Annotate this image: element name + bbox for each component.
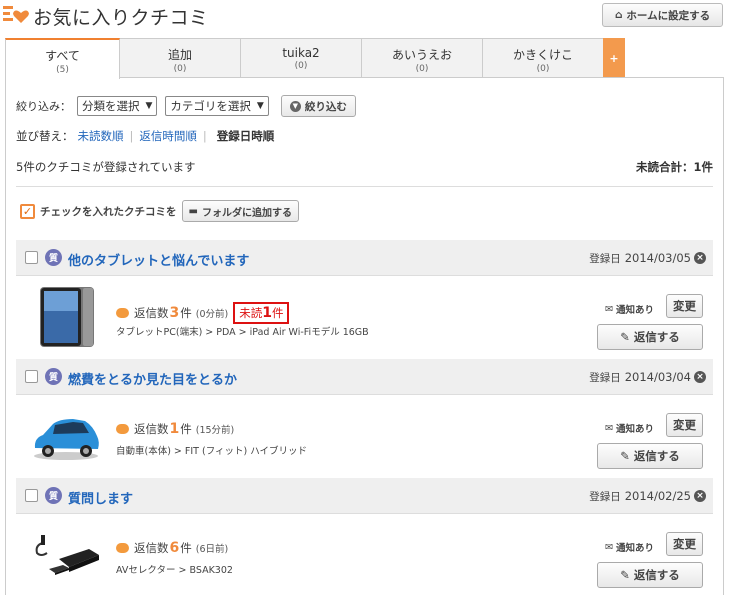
registered-count-text: 5件のクチコミが登録されています — [16, 160, 196, 174]
home-icon: ⌂ — [614, 9, 623, 21]
tab-aiueo[interactable]: あいうえお (0) — [361, 38, 483, 78]
category-select[interactable]: 分類を選択 ▼ — [77, 96, 158, 116]
review-checkbox[interactable] — [25, 370, 38, 383]
tab-tuika2[interactable]: tuika2 (0) — [240, 38, 362, 78]
add-to-folder-button[interactable]: ▬ フォルダに追加する — [181, 200, 299, 222]
delete-icon[interactable]: × — [694, 490, 706, 502]
category-path: タブレットPC(端末) > PDA > iPad Air Wi-Fiモデル 16… — [116, 327, 369, 338]
reply-count-line: 返信数 1 件 (15分前) — [116, 421, 234, 437]
filter-row: 絞り込み： 分類を選択 ▼ カテゴリを選択 ▼ ▼ 絞り込む — [16, 95, 356, 117]
favorite-review-logo-icon — [3, 6, 29, 23]
registered-date: 登録日 2014/03/05 — [589, 251, 691, 265]
notification-status: ✉ 通知あり — [605, 422, 654, 436]
ipad-product-image[interactable] — [31, 285, 101, 347]
reply-count-line: 返信数 3 件 (0分前) 未読1件 — [116, 302, 290, 324]
delete-icon[interactable]: × — [694, 371, 706, 383]
edit-icon: ✎ — [620, 449, 630, 463]
notification-status: ✉ 通知あり — [605, 541, 654, 555]
reply-count: 6 — [169, 540, 180, 556]
mail-notify-icon: ✉ — [605, 303, 613, 315]
sort-row: 並び替え： 未読数順 | 返信時間順 | 登録日時順 — [16, 128, 274, 144]
review-item-header: 質 他のタブレットと悩んでいます 登録日 2014/03/05 × — [16, 240, 713, 276]
reply-button[interactable]: ✎ 返信する — [597, 562, 703, 588]
registered-date: 登録日 2014/02/25 — [589, 489, 691, 503]
unread-total: 未読合計：1件 — [635, 160, 713, 174]
reply-count-line: 返信数 6 件 (6日前) — [116, 540, 228, 556]
review-item: 質 他のタブレットと悩んでいます 登録日 2014/03/05 × 返信数 3 件 (… — [16, 240, 713, 358]
unread-badge: 未読1件 — [233, 302, 290, 324]
question-icon: 質 — [45, 487, 62, 504]
review-item-header: 質 燃費をとるか見た目をとるか 登録日 2014/03/04 × — [16, 359, 713, 395]
sort-label: 並び替え： — [16, 129, 74, 143]
tab-all[interactable]: すべて (5) — [5, 38, 120, 79]
filter-button[interactable]: ▼ 絞り込む — [280, 95, 356, 117]
folder-icon: ▬ — [188, 205, 198, 217]
reply-button[interactable]: ✎ 返信する — [597, 443, 703, 469]
change-notification-button[interactable]: 変更 — [666, 294, 703, 318]
reply-time: (6日前) — [195, 544, 229, 555]
page-header: お気に入りクチコミ ⌂ ホームに設定する — [0, 0, 729, 34]
review-item: 質 燃費をとるか見た目をとるか 登録日 2014/03/04 × 返信数 1 件 (1… — [16, 359, 713, 477]
edit-icon: ✎ — [620, 330, 630, 344]
change-notification-button[interactable]: 変更 — [666, 532, 703, 556]
notification-status: ✉ 通知あり — [605, 303, 654, 317]
reply-button[interactable]: ✎ 返信する — [597, 324, 703, 350]
sort-reply-time-link[interactable]: 返信時間順 — [139, 128, 197, 144]
reply-time: (0分前) — [195, 309, 229, 320]
comment-bubble-icon — [116, 308, 129, 318]
bulk-action: ✓ チェックを入れたクチコミを ▬ フォルダに追加する — [20, 200, 299, 222]
review-item: 質 質問します 登録日 2014/02/25 × 返信数 6 件 (6日前) AVセレ… — [16, 478, 713, 595]
folder-tabs: すべて (5) 追加 (0) tuika2 (0) あいうえお (0) かきくけ… — [5, 38, 724, 79]
chevron-down-icon: ▼ — [145, 101, 153, 111]
review-title-link[interactable]: 他のタブレットと悩んでいます — [68, 250, 249, 269]
divider: | — [202, 129, 207, 143]
divider — [16, 186, 713, 187]
chevron-circle-icon: ▼ — [289, 100, 301, 112]
mail-notify-icon: ✉ — [605, 541, 613, 553]
filter-label: 絞り込み： — [16, 100, 71, 113]
question-icon: 質 — [45, 368, 62, 385]
review-item-header: 質 質問します 登録日 2014/02/25 × — [16, 478, 713, 514]
sort-registered-active: 登録日時順 — [216, 129, 275, 143]
reply-count: 3 — [169, 305, 180, 321]
page-title: お気に入りクチコミ — [33, 7, 209, 29]
comment-bubble-icon — [116, 543, 129, 553]
tab-tsuika[interactable]: 追加 (0) — [119, 38, 241, 78]
comment-bubble-icon — [116, 424, 129, 434]
delete-icon[interactable]: × — [694, 252, 706, 264]
mail-notify-icon: ✉ — [605, 422, 613, 434]
category-path: 自動車(本体) > FIT (フィット) ハイブリッド — [116, 446, 308, 457]
av-selector-product-image[interactable] — [24, 523, 108, 585]
divider: | — [129, 129, 134, 143]
car-product-image[interactable] — [24, 404, 108, 466]
subcategory-select[interactable]: カテゴリを選択 ▼ — [165, 96, 269, 116]
edit-icon: ✎ — [620, 568, 630, 582]
registered-date: 登録日 2014/03/04 — [589, 370, 691, 384]
question-icon: 質 — [45, 249, 62, 266]
set-home-button[interactable]: ⌂ ホームに設定する — [602, 3, 723, 27]
review-checkbox[interactable] — [25, 251, 38, 264]
review-title-link[interactable]: 質問します — [68, 488, 133, 507]
category-path: AVセレクター > BSAK302 — [116, 565, 233, 576]
sort-unread-link[interactable]: 未読数順 — [78, 128, 124, 144]
tab-kakikukeko[interactable]: かきくけこ (0) — [482, 38, 604, 78]
add-tab-button[interactable]: + — [603, 38, 625, 78]
review-title-link[interactable]: 燃費をとるか見た目をとるか — [68, 369, 237, 388]
reply-count: 1 — [169, 421, 180, 437]
chevron-down-icon: ▼ — [256, 101, 264, 111]
reply-time: (15分前) — [195, 425, 235, 436]
change-notification-button[interactable]: 変更 — [666, 413, 703, 437]
select-all-checkbox[interactable]: ✓ — [20, 203, 35, 219]
review-checkbox[interactable] — [25, 489, 38, 502]
